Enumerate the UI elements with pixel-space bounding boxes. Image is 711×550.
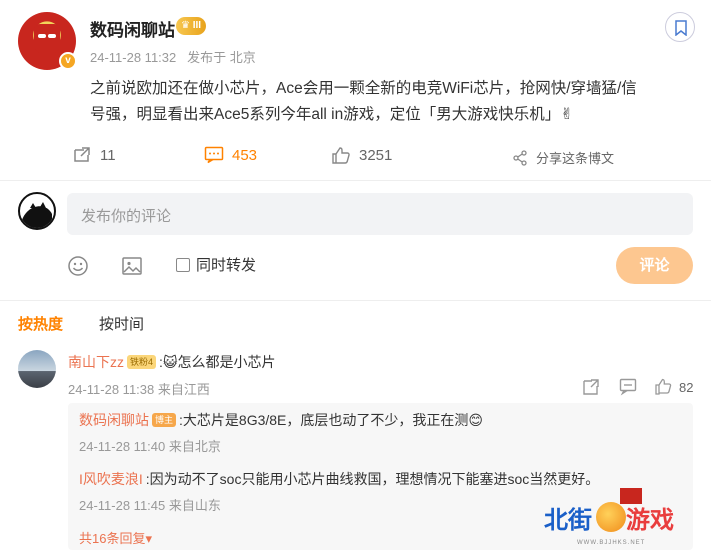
comment-count: 453 (232, 146, 258, 164)
vip-level: III (192, 20, 202, 31)
post-content-line-2: 号强，明显看出来Ace5系列今年all in游戏，定位「男大游戏快乐机」✌ (90, 106, 574, 123)
comment-input[interactable]: 发布你的评论 (67, 193, 693, 235)
comment-icon (204, 146, 224, 164)
divider (0, 180, 711, 181)
mask-eye-right (48, 34, 56, 38)
repost-button[interactable]: 11 (72, 146, 116, 164)
comment-text: :😺怎么都是小芯片 (159, 354, 276, 370)
reply-user-2[interactable]: I风吹麦浪I (79, 469, 143, 489)
image-icon[interactable] (121, 255, 143, 277)
comment-like-count: 82 (679, 379, 694, 395)
like-count: 3251 (359, 146, 393, 164)
thumbs-up-icon (332, 147, 350, 164)
submit-comment-button[interactable]: 评论 (616, 247, 693, 284)
reply-text-2: :因为动不了soc只能用小芯片曲线救国，理想情况下能塞进soc当然更好。 (145, 471, 600, 487)
mask-eye-left (38, 34, 46, 38)
reply-line-1: 数码闲聊站 博主 :大芯片是8G3/8E，底层也动了不少，我正在测😊 (79, 410, 483, 430)
crown-icon: ♛ (181, 20, 193, 31)
post-content: 之前说欧加还在做小芯片，Ace会用一颗全新的电竞WiFi芯片，抢网快/穿墙猛/信… (90, 76, 690, 128)
comment-like-button[interactable]: 82 (654, 378, 693, 396)
share-icon (513, 149, 527, 166)
repost-icon (74, 147, 90, 162)
forward-checkbox[interactable]: 同时转发 (176, 254, 256, 275)
divider (0, 300, 711, 301)
comment-thumbs-up-icon (655, 378, 672, 395)
verified-badge: v (59, 52, 77, 70)
bookmark-button[interactable] (665, 12, 695, 42)
post-timestamp[interactable]: 24-11-28 11:32 (90, 50, 176, 65)
cat-avatar-icon (22, 202, 52, 228)
watermark-right: 游戏 (626, 507, 674, 534)
comment-reply-icon[interactable] (619, 378, 637, 396)
fan-badge: 铁粉4 (127, 355, 157, 369)
watermark-left: 北街 (544, 507, 592, 534)
post-location: 发布于 北京 (187, 50, 256, 65)
share-button[interactable]: 分享这条博文 (512, 148, 614, 167)
like-button[interactable]: 3251 (331, 146, 392, 164)
comment-line: 南山下zz 铁粉4 :😺怎么都是小芯片 (68, 352, 276, 372)
current-user-avatar[interactable] (18, 192, 56, 230)
commenter-avatar[interactable] (18, 350, 56, 388)
repost-count: 11 (100, 146, 116, 164)
comment-button[interactable]: 453 (204, 146, 257, 164)
checkbox-box[interactable] (176, 257, 190, 272)
tab-sort-hot[interactable]: 按热度 (18, 313, 63, 334)
commenter-name[interactable]: 南山下zz (68, 352, 124, 372)
comment-meta: 24-11-28 11:38 来自江西 (68, 382, 210, 397)
vip-badge: ♛ III (176, 17, 207, 35)
watermark-url: WWW.BJJHKS.NET (577, 540, 646, 546)
reply-meta-1: 24-11-28 11:40 来自北京 (79, 439, 221, 454)
author-name[interactable]: 数码闲聊站 (90, 16, 175, 41)
more-replies-link[interactable]: 共16条回复▾ (79, 528, 152, 547)
post-meta: 24-11-28 11:32 发布于 北京 (90, 47, 256, 66)
ironman-mask-icon (34, 24, 60, 54)
comment-repost-icon[interactable] (582, 378, 600, 396)
author-badge: 博主 (152, 413, 177, 427)
post-content-line-1: 之前说欧加还在做小芯片，Ace会用一颗全新的电竞WiFi芯片，抢网快/穿墙猛/信 (90, 80, 637, 97)
emoji-icon[interactable] (67, 255, 89, 277)
reply-text-1: :大芯片是8G3/8E，底层也动了不少，我正在测😊 (179, 412, 483, 428)
tab-sort-time[interactable]: 按时间 (99, 313, 144, 334)
reply-user-1[interactable]: 数码闲聊站 (79, 410, 149, 430)
share-label: 分享这条博文 (536, 151, 615, 166)
reply-meta-2: 24-11-28 11:45 来自山东 (79, 498, 221, 513)
reply-line-2: I风吹麦浪I :因为动不了soc只能用小芯片曲线救国，理想情况下能塞进soc当然… (79, 469, 599, 489)
bookmark-icon (675, 20, 687, 36)
forward-label: 同时转发 (196, 257, 257, 274)
watermark-logo: 北街 游戏 (544, 500, 674, 535)
